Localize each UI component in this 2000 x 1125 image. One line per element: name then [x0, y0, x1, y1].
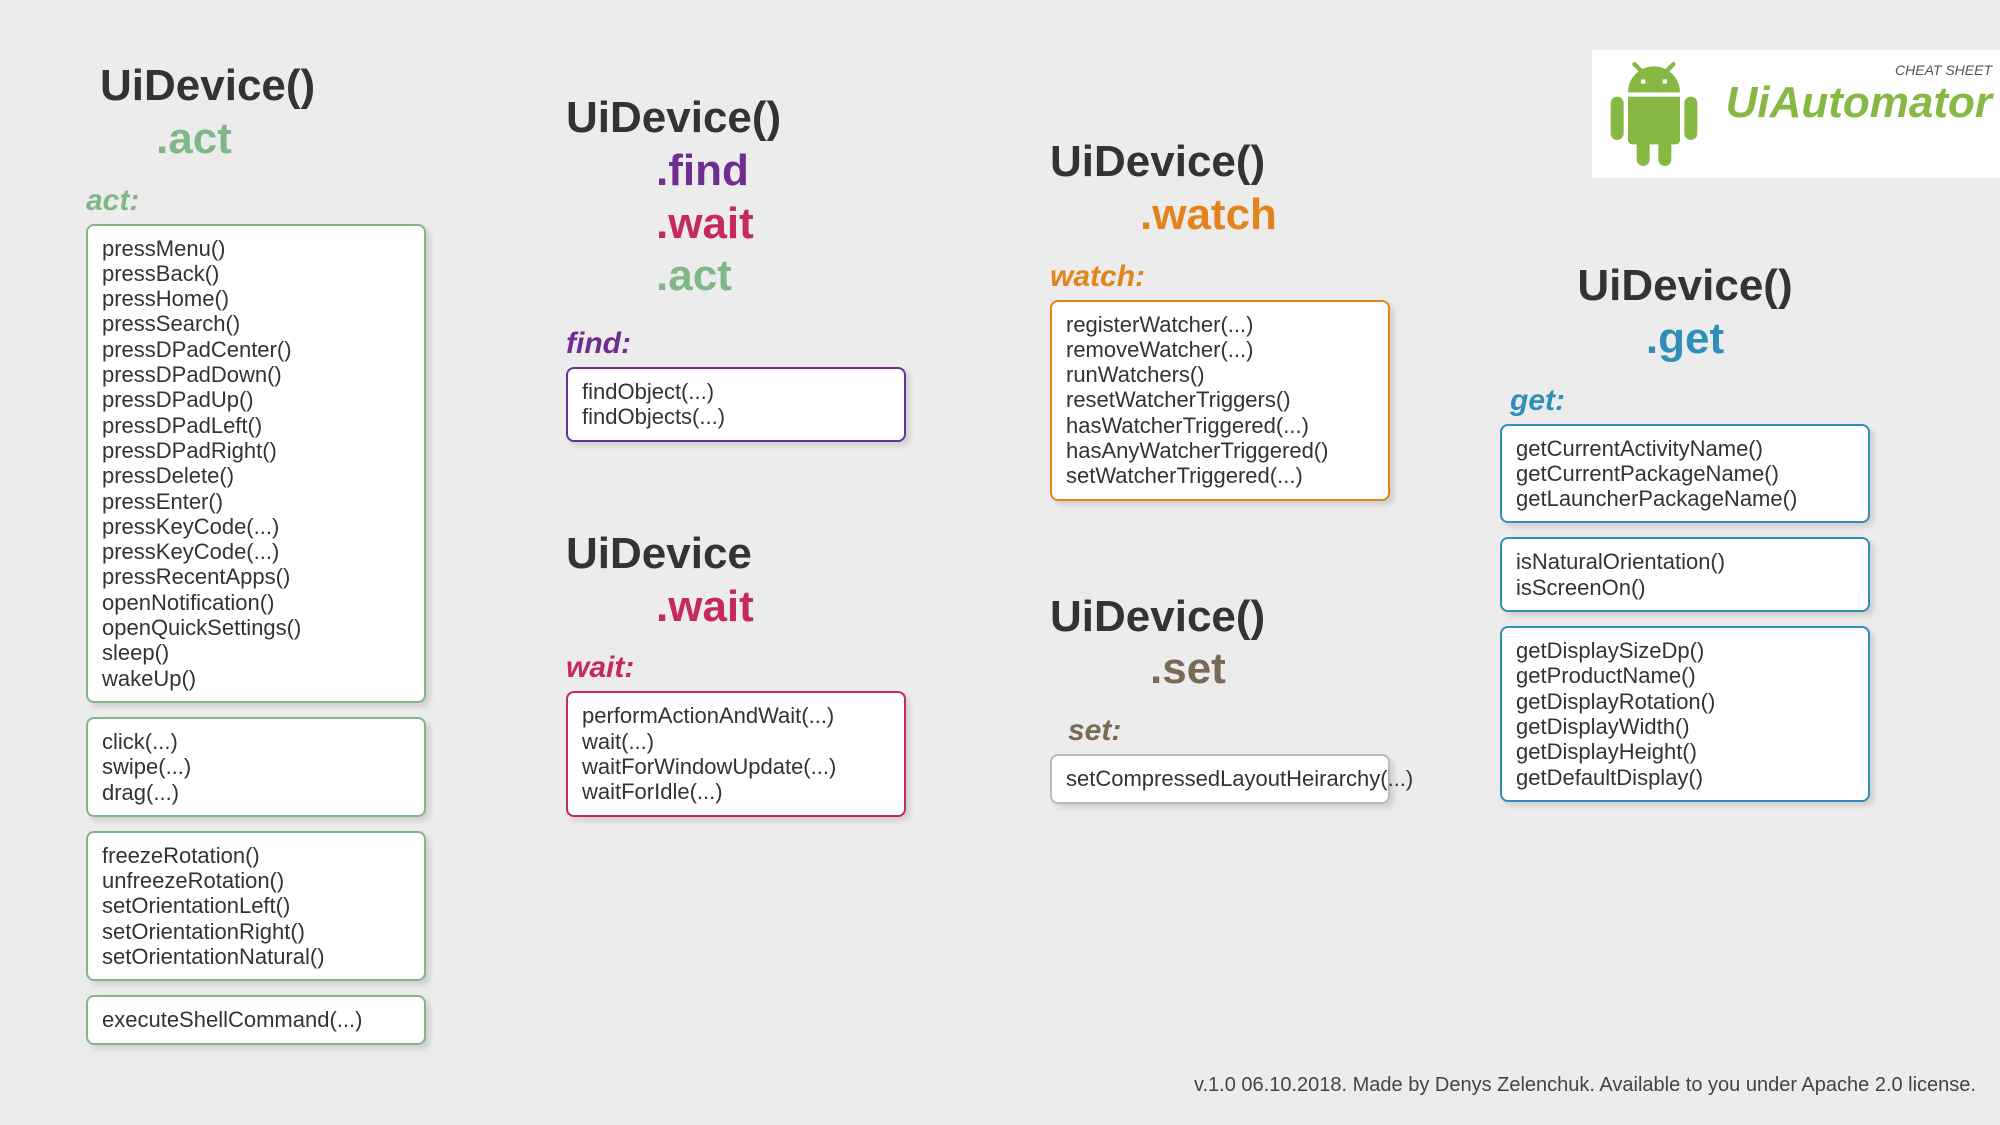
method-item: setOrientationNatural()	[102, 944, 410, 969]
method-item: executeShellCommand(...)	[102, 1007, 410, 1032]
heading-uidevice-watch: UiDevice()	[1050, 136, 1390, 189]
method-item: pressDPadDown()	[102, 362, 410, 387]
method-item: waitForWindowUpdate(...)	[582, 754, 890, 779]
method-item: pressSearch()	[102, 311, 410, 336]
label-get: get:	[1510, 384, 1870, 418]
box-get1: getCurrentActivityName()getCurrentPackag…	[1500, 424, 1870, 524]
method-item: freezeRotation()	[102, 843, 410, 868]
heading-uidevice-act: UiDevice()	[100, 60, 426, 113]
method-item: pressKeyCode(...)	[102, 514, 410, 539]
method-item: sleep()	[102, 640, 410, 665]
method-item: isScreenOn()	[1516, 575, 1854, 600]
method-item: wait(...)	[582, 729, 890, 754]
method-item: unfreezeRotation()	[102, 868, 410, 893]
label-act: act:	[86, 184, 426, 218]
subheading-get: .get	[1500, 313, 1870, 366]
method-item: click(...)	[102, 729, 410, 754]
method-item: getDisplayWidth()	[1516, 714, 1854, 739]
method-item: pressMenu()	[102, 236, 410, 261]
method-item: getDefaultDisplay()	[1516, 765, 1854, 790]
box-act1: pressMenu()pressBack()pressHome()pressSe…	[86, 224, 426, 703]
method-item: performActionAndWait(...)	[582, 703, 890, 728]
method-item: findObjects(...)	[582, 404, 890, 429]
method-item: isNaturalOrientation()	[1516, 549, 1854, 574]
heading-uidevice-wait: UiDevice	[566, 528, 906, 581]
method-item: pressHome()	[102, 286, 410, 311]
method-item: drag(...)	[102, 780, 410, 805]
method-item: openNotification()	[102, 590, 410, 615]
box-get3: getDisplaySizeDp()getProductName()getDis…	[1500, 626, 1870, 802]
method-item: getDisplayHeight()	[1516, 739, 1854, 764]
method-item: openQuickSettings()	[102, 615, 410, 640]
method-item: registerWatcher(...)	[1066, 312, 1374, 337]
footer-text: v.1.0 06.10.2018. Made by Denys Zelenchu…	[1194, 1074, 1976, 1097]
col-find-wait: UiDevice() .find .wait .act find: findOb…	[566, 92, 906, 831]
subheading-act: .act	[156, 113, 426, 166]
box-get2: isNaturalOrientation()isScreenOn()	[1500, 537, 1870, 612]
box-wait: performActionAndWait(...)wait(...)waitFo…	[566, 691, 906, 816]
col-watch-set: UiDevice() .watch watch: registerWatcher…	[1050, 136, 1390, 818]
method-item: getLauncherPackageName()	[1516, 486, 1854, 511]
heading-uidevice-get: UiDevice()	[1500, 260, 1870, 313]
method-item: removeWatcher(...)	[1066, 337, 1374, 362]
method-item: hasWatcherTriggered(...)	[1066, 413, 1374, 438]
method-item: pressEnter()	[102, 489, 410, 514]
col-get: UiDevice() .get get: getCurrentActivityN…	[1500, 260, 1870, 816]
subheading-set: .set	[1150, 643, 1390, 696]
method-item: runWatchers()	[1066, 362, 1374, 387]
heading-uidevice-find: UiDevice()	[566, 92, 906, 145]
method-item: pressDelete()	[102, 463, 410, 488]
label-wait: wait:	[566, 651, 906, 685]
box-find: findObject(...)findObjects(...)	[566, 367, 906, 442]
method-item: findObject(...)	[582, 379, 890, 404]
method-item: waitForIdle(...)	[582, 779, 890, 804]
subheading-wait2: .wait	[656, 581, 906, 634]
method-item: pressDPadCenter()	[102, 337, 410, 362]
method-item: setOrientationLeft()	[102, 893, 410, 918]
method-item: setOrientationRight()	[102, 919, 410, 944]
method-item: swipe(...)	[102, 754, 410, 779]
method-item: getDisplayRotation()	[1516, 689, 1854, 714]
method-item: pressRecentApps()	[102, 564, 410, 589]
label-set: set:	[1068, 714, 1390, 748]
method-item: pressKeyCode(...)	[102, 539, 410, 564]
method-item: setWatcherTriggered(...)	[1066, 463, 1374, 488]
subheading-act2: .act	[656, 250, 906, 303]
method-item: getProductName()	[1516, 663, 1854, 688]
label-find: find:	[566, 327, 906, 361]
box-watch: registerWatcher(...)removeWatcher(...)ru…	[1050, 300, 1390, 501]
label-watch: watch:	[1050, 260, 1390, 294]
method-item: setCompressedLayoutHeirarchy(...)	[1066, 766, 1374, 791]
subheading-watch: .watch	[1140, 189, 1390, 242]
method-item: getCurrentPackageName()	[1516, 461, 1854, 486]
box-act3: freezeRotation()unfreezeRotation()setOri…	[86, 831, 426, 981]
box-act2: click(...)swipe(...)drag(...)	[86, 717, 426, 817]
android-icon	[1602, 62, 1706, 166]
method-item: pressBack()	[102, 261, 410, 286]
method-item: hasAnyWatcherTriggered()	[1066, 438, 1374, 463]
subheading-wait: .wait	[656, 198, 906, 251]
logo-panel: CHEAT SHEET UiAutomator	[1592, 50, 2000, 178]
heading-uidevice-set: UiDevice()	[1050, 591, 1390, 644]
subheading-find: .find	[656, 145, 906, 198]
method-item: pressDPadLeft()	[102, 413, 410, 438]
box-act4: executeShellCommand(...)	[86, 995, 426, 1044]
method-item: pressDPadUp()	[102, 387, 410, 412]
method-item: resetWatcherTriggers()	[1066, 387, 1374, 412]
method-item: getCurrentActivityName()	[1516, 436, 1854, 461]
col-act: UiDevice() .act act: pressMenu()pressBac…	[86, 60, 426, 1059]
method-item: wakeUp()	[102, 666, 410, 691]
box-set: setCompressedLayoutHeirarchy(...)	[1050, 754, 1390, 803]
method-item: pressDPadRight()	[102, 438, 410, 463]
method-item: getDisplaySizeDp()	[1516, 638, 1854, 663]
